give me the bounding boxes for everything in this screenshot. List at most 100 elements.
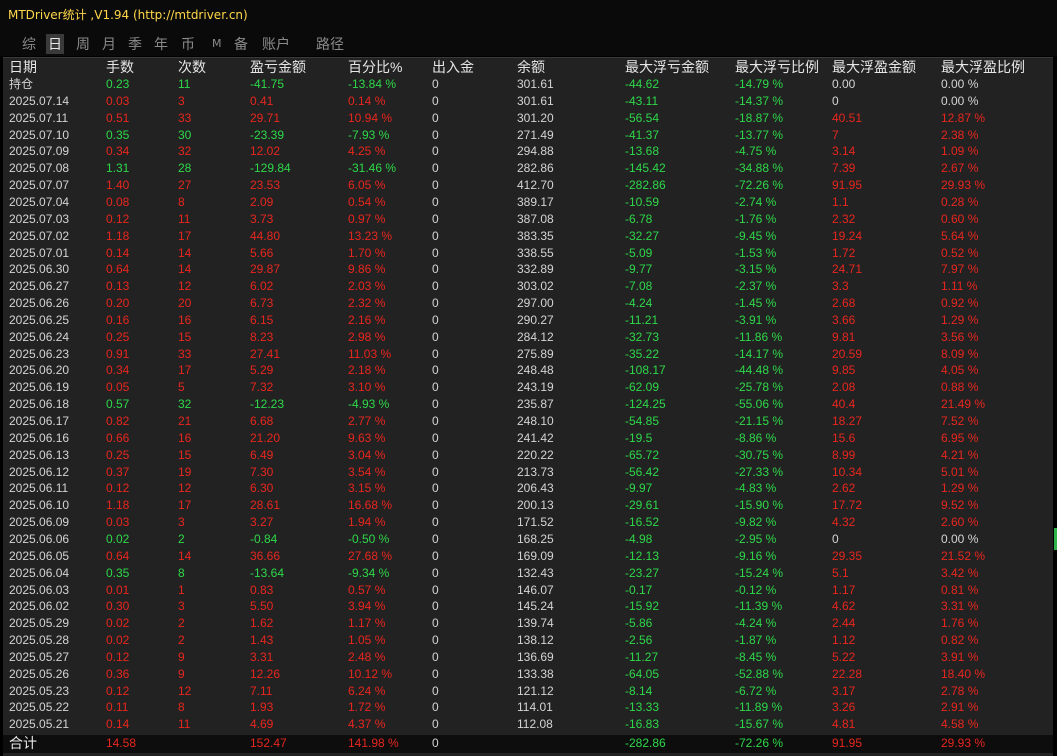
col-trades-cell: 11 <box>178 77 191 91</box>
col-max-float-loss-header[interactable]: 最大浮亏金额 <box>625 59 709 76</box>
col-lots-cell: 0.82 <box>106 414 130 428</box>
col-max-float-profit-pct-cell: 5.01 % <box>941 464 979 479</box>
table-row[interactable]: 2025.07.07 1.40 27 23.53 6.05 % 0 412.70 -282.8… <box>3 177 1053 194</box>
table-row[interactable]: 2025.06.24 0.25 15 8.23 2.98 % 0 284.12 -32.73 -… <box>3 329 1053 346</box>
window-title: MTDriver统计 ,V1.94 (http://mtdriver.cn) <box>8 8 248 22</box>
table-row[interactable]: 2025.06.30 0.64 14 29.87 9.86 % 0 332.89 -9.77 -… <box>3 261 1053 278</box>
table-row[interactable]: 2025.07.03 0.12 11 3.73 0.97 % 0 387.08 -6.78 -1… <box>3 211 1053 228</box>
table-row[interactable]: 2025.06.03 0.01 1 0.83 0.57 % 0 146.07 -0.17 -0.… <box>3 582 1053 599</box>
table-row[interactable]: 2025.07.04 0.08 8 2.09 0.54 % 0 389.17 -10.59 -2… <box>3 194 1053 211</box>
tab-m[interactable]: M <box>212 37 222 50</box>
table-row[interactable]: 2025.05.28 0.02 2 1.43 1.05 % 0 138.12 -2.56 -1.… <box>3 632 1053 649</box>
col-cashflow-cell: 0 <box>432 127 439 142</box>
tab-account[interactable]: 账户 <box>262 34 290 54</box>
table-row[interactable]: 2025.05.27 0.12 9 3.31 2.48 % 0 136.69 -11.27 -8… <box>3 649 1053 666</box>
col-date-cell: 2025.06.26 <box>9 296 70 311</box>
table-row[interactable]: 2025.05.21 0.14 11 4.69 4.37 % 0 112.08 -16.83 -… <box>3 716 1053 733</box>
col-max-float-profit-pct-cell: 12.87 % <box>941 110 986 125</box>
col-cashflow-cell: 0 <box>432 666 439 681</box>
table-row[interactable]: 2025.06.06 0.02 2 -0.84 -0.50 % 0 168.25 -4.98 -… <box>3 531 1053 548</box>
col-max-float-loss-pct-cell: -34.88 % <box>735 161 784 176</box>
table-row[interactable]: 2025.06.26 0.20 20 6.73 2.32 % 0 297.00 -4.24 -1… <box>3 295 1053 312</box>
col-lots-header[interactable]: 手数 <box>106 59 134 76</box>
col-balance-cell: 114.01 <box>517 700 553 715</box>
tab-path[interactable]: 路径 <box>316 34 344 54</box>
col-cashflow-cell: 0 <box>432 262 439 277</box>
col-cashflow-header[interactable]: 出入金 <box>432 59 474 76</box>
col-cashflow-cell: 0 <box>432 296 439 311</box>
col-max-float-loss-cell: -124.25 <box>625 397 666 412</box>
table-row[interactable]: 2025.07.01 0.14 14 5.66 1.70 % 0 338.55 -5.09 -1… <box>3 245 1053 262</box>
table-row[interactable]: 2025.06.17 0.82 21 6.68 2.77 % 0 248.10 -54.85 -… <box>3 413 1053 430</box>
table-row[interactable]: 2025.06.12 0.37 19 7.30 3.54 % 0 213.73 -56.42 -… <box>3 464 1053 481</box>
table-row[interactable]: 2025.06.20 0.34 17 5.29 2.18 % 0 248.48 -108.17… <box>3 362 1053 379</box>
col-date-header[interactable]: 日期 <box>9 59 37 76</box>
col-max-float-loss-cell: -8.14 <box>625 683 653 698</box>
col-percent-header[interactable]: 百分比% <box>348 59 402 76</box>
col-max-float-profit-header[interactable]: 最大浮盈金额 <box>832 59 916 76</box>
col-lots-cell: 0.08 <box>106 194 130 209</box>
tab-yearly[interactable]: 年 <box>154 34 168 54</box>
tab-notes[interactable]: 备 <box>234 34 248 54</box>
col-balance-cell: 294.88 <box>517 144 554 159</box>
table-row[interactable]: 2025.06.10 1.18 17 28.61 16.68 % 0 200.13 -29.6… <box>3 497 1053 514</box>
open-positions-row[interactable]: 持仓 0.23 11 -41.75 -13.84 % 0 301.61 -44.62 -14.7… <box>3 76 1053 93</box>
table-row[interactable]: 2025.06.04 0.35 8 -13.64 -9.34 % 0 132.43 -23.2… <box>3 565 1053 582</box>
table-row[interactable]: 2025.07.09 0.34 32 12.02 4.25 % 0 294.88 -13.68… <box>3 143 1053 160</box>
tab-currency[interactable]: 币 <box>181 34 195 54</box>
table-row[interactable]: 2025.06.05 0.64 14 36.66 27.68 % 0 169.09 -12.1… <box>3 548 1053 565</box>
col-pnl-cell: 3.73 <box>250 211 274 226</box>
table-row[interactable]: 2025.06.18 0.57 32 -12.23 -4.93 % 0 235.87 -124… <box>3 396 1053 413</box>
table-row[interactable]: 2025.07.11 0.51 33 29.71 10.94 % 0 301.20 -56.5… <box>3 110 1053 127</box>
col-max-float-loss-cell: -32.73 <box>625 329 660 344</box>
col-lots-cell: 0.13 <box>106 279 130 294</box>
col-percent-cell: 4.25 % <box>348 144 386 159</box>
table-row[interactable]: 2025.06.19 0.05 5 7.32 3.10 % 0 243.19 -62.09 -2… <box>3 379 1053 396</box>
table-row[interactable]: 2025.07.10 0.35 30 -23.39 -7.93 % 0 271.49 -41.… <box>3 127 1053 144</box>
tab-daily[interactable]: 日 <box>46 34 64 54</box>
table-row[interactable]: 2025.05.29 0.02 2 1.62 1.17 % 0 139.74 -5.86 -4.… <box>3 615 1053 632</box>
col-percent-cell: 27.68 % <box>348 548 393 563</box>
tab-weekly[interactable]: 周 <box>76 34 90 54</box>
col-trades-header[interactable]: 次数 <box>178 59 206 76</box>
table-row[interactable]: 2025.06.02 0.30 3 5.50 3.94 % 0 145.24 -15.92 -1… <box>3 598 1053 615</box>
tab-summary[interactable]: 综 <box>22 34 36 54</box>
col-percent-cell: 0.54 % <box>348 194 386 209</box>
table-row[interactable]: 2025.07.14 0.03 3 0.41 0.14 % 0 301.61 -43.11 -1… <box>3 93 1053 110</box>
col-percent-cell: 3.54 % <box>348 464 386 479</box>
col-percent-cell: 0.57 % <box>348 582 386 597</box>
table-header: 日期 手数 次数 盈亏金额 百分比% 出入金 余额 最大浮亏金额 最大浮亏比例 最大浮盈金额 最大浮… <box>3 59 1053 77</box>
col-balance-header[interactable]: 余额 <box>517 59 545 76</box>
table-row[interactable]: 2025.06.27 0.13 12 6.02 2.03 % 0 303.02 -7.08 -2… <box>3 278 1053 295</box>
table-row[interactable]: 2025.05.26 0.36 9 12.26 10.12 % 0 133.38 -64.05… <box>3 666 1053 683</box>
col-max-float-profit-pct-header[interactable]: 最大浮盈比例 <box>941 59 1025 76</box>
col-percent-total: 141.98 % <box>348 736 399 751</box>
table-row[interactable]: 2025.06.13 0.25 15 6.49 3.04 % 0 220.22 -65.72 -… <box>3 447 1053 464</box>
table-row[interactable]: 2025.05.22 0.11 8 1.93 1.72 % 0 114.01 -13.33 -1… <box>3 699 1053 716</box>
col-pnl-cell: -0.84 <box>250 531 278 546</box>
table-row[interactable]: 2025.07.02 1.18 17 44.80 13.23 % 0 383.35 -32.2… <box>3 228 1053 245</box>
col-max-float-profit-cell: 7 <box>832 127 839 142</box>
table-row[interactable]: 2025.06.09 0.03 3 3.27 1.94 % 0 171.52 -16.52 -9… <box>3 514 1053 531</box>
table-row[interactable]: 2025.06.11 0.12 12 6.30 3.15 % 0 206.43 -9.97 -4… <box>3 480 1053 497</box>
table-row[interactable]: 2025.06.16 0.66 16 21.20 9.63 % 0 241.42 -19.5 -… <box>3 430 1053 447</box>
tab-quarterly[interactable]: 季 <box>128 34 142 54</box>
col-max-float-loss-cell: -15.92 <box>625 599 660 614</box>
col-max-float-profit-cell: 4.81 <box>832 717 856 732</box>
col-max-float-loss-pct-header[interactable]: 最大浮亏比例 <box>735 59 819 76</box>
col-max-float-loss-pct-cell: -8.86 % <box>735 430 777 445</box>
col-percent-cell: 2.32 % <box>348 296 386 311</box>
tab-monthly[interactable]: 月 <box>102 34 116 54</box>
col-percent-cell: 6.24 % <box>348 683 386 698</box>
table-row[interactable]: 2025.05.23 0.12 12 7.11 6.24 % 0 121.12 -8.14 -6… <box>3 683 1053 700</box>
table-row[interactable]: 2025.06.23 0.91 33 27.41 11.03 % 0 275.89 -35.2… <box>3 346 1053 363</box>
table-row[interactable]: 2025.06.25 0.16 16 6.15 2.16 % 0 290.27 -11.21 -… <box>3 312 1053 329</box>
col-max-float-profit-pct-cell: 1.29 % <box>941 481 979 496</box>
col-pnl-header[interactable]: 盈亏金额 <box>250 59 306 76</box>
col-lots-cell: 1.18 <box>106 498 130 513</box>
col-max-float-profit-pct-cell: 4.05 % <box>941 363 979 378</box>
col-pnl-cell: 6.30 <box>250 481 274 496</box>
table-row[interactable]: 2025.07.08 1.31 28 -129.84 -31.46 % 0 282.86 -1… <box>3 160 1053 177</box>
col-max-float-loss-cell: -19.5 <box>625 430 653 445</box>
col-max-float-profit-pct-total: 29.93 % <box>941 736 986 751</box>
